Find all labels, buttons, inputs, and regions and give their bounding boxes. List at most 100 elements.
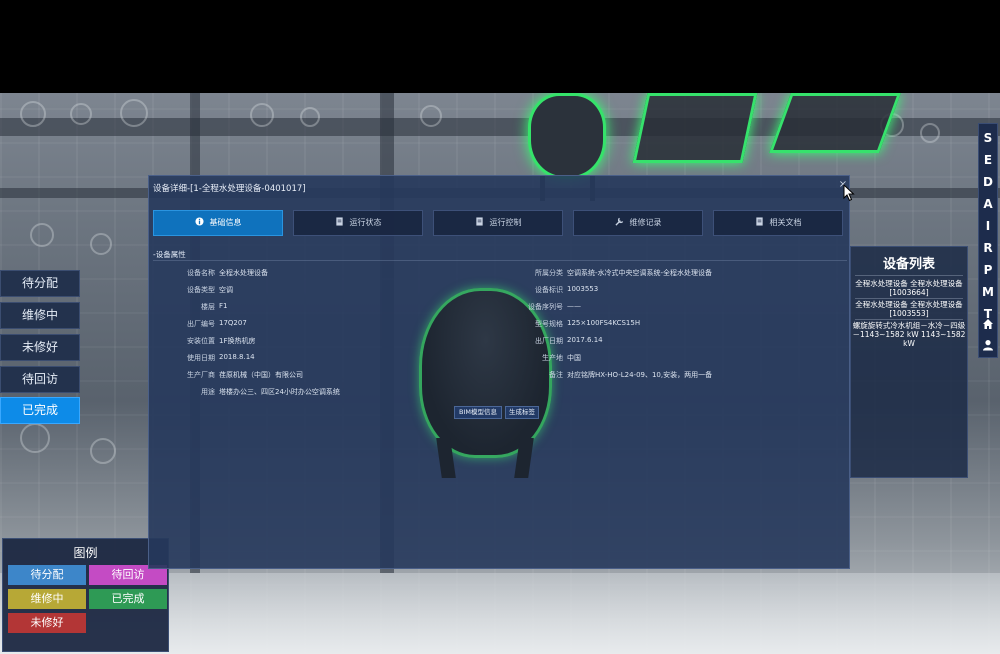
- field-label-device-type: 设备类型: [187, 286, 215, 294]
- letterbox: [0, 0, 1000, 93]
- legend-item-unrepaired: 未修好: [8, 613, 86, 633]
- field-value-device-name: 全程水处理设备: [219, 269, 268, 277]
- field-value-device-type: 空调: [219, 286, 233, 294]
- device-list-item-name: 螺旋旋转式冷水机组－水冷－四级: [852, 321, 966, 330]
- legend-item-pending-assign: 待分配: [8, 565, 86, 585]
- status-button-repairing[interactable]: 维修中: [0, 302, 80, 329]
- device-list-item-name: 全程水处理设备 全程水处理设备: [855, 279, 963, 288]
- scene-valve: [30, 223, 54, 247]
- tab-label: 运行状态: [349, 218, 382, 227]
- scene-valve: [90, 438, 116, 464]
- vertical-nav: S E D A I R P M T: [978, 123, 998, 358]
- document-icon: [755, 217, 763, 226]
- device-list-item[interactable]: 全程水处理设备 全程水处理设备 [1003664]: [851, 279, 967, 297]
- home-icon[interactable]: [982, 318, 994, 330]
- field-value-model: 125×100FS4KCS15H: [567, 319, 641, 327]
- document-icon: [475, 217, 483, 226]
- field-value-use-date: 2018.8.14: [219, 353, 255, 361]
- device-list-item-id: －1143~1582 kW 1143~1582 kW: [852, 330, 966, 348]
- device-list-item-id: [1003553]: [889, 309, 929, 318]
- field-label-floor: 楼层: [201, 303, 215, 311]
- user-icon[interactable]: [982, 339, 994, 351]
- field-label-model: 型号规格: [535, 320, 563, 328]
- vnav-item-s[interactable]: S: [979, 128, 997, 148]
- device-list-panel: 设备列表 全程水处理设备 全程水处理设备 [1003664] 全程水处理设备 全…: [850, 246, 968, 478]
- field-value-floor: F1: [219, 302, 228, 310]
- tab-basic-info[interactable]: 基础信息: [153, 210, 283, 236]
- field-label-manufacturer: 生产厂商: [187, 371, 215, 379]
- field-label-purpose: 用途: [201, 388, 215, 396]
- field-value-factory-date: 2017.6.14: [567, 336, 603, 344]
- scene-valve: [120, 99, 148, 127]
- highlighted-equipment[interactable]: [769, 93, 901, 153]
- field-label-origin: 生产地: [542, 354, 563, 362]
- bim-model-info-button[interactable]: BIM模型信息: [454, 406, 502, 419]
- field-label-device-id: 设备标识: [535, 286, 563, 294]
- field-value-location: 1F换热机房: [219, 337, 256, 345]
- vnav-item-r[interactable]: R: [979, 238, 997, 258]
- field-label-device-name: 设备名称: [187, 269, 215, 277]
- tab-label: 运行控制: [489, 218, 522, 227]
- tab-label: 维修记录: [629, 218, 662, 227]
- mouse-cursor-icon: [843, 184, 855, 202]
- device-detail-dialog: 设备详细-[1-全程水处理设备-0401017] × 基础信息 运行状态 运行控…: [148, 175, 850, 569]
- tab-run-control[interactable]: 运行控制: [433, 210, 563, 236]
- section-divider: [153, 260, 847, 261]
- device-list-item-id: [1003664]: [889, 288, 929, 297]
- device-list-item[interactable]: 全程水处理设备 全程水处理设备 [1003553]: [851, 300, 967, 318]
- field-label-serial: 出厂编号: [187, 320, 215, 328]
- tab-run-status[interactable]: 运行状态: [293, 210, 423, 236]
- field-label-remark: 备注: [549, 371, 563, 379]
- legend-title: 图例: [73, 546, 98, 560]
- field-value-category: 空调系统-水冷式中央空调系统-全程水处理设备: [567, 269, 713, 277]
- scene-valve: [250, 103, 274, 127]
- status-button-pending-assign[interactable]: 待分配: [0, 270, 80, 297]
- field-value-device-id: 1003553: [567, 285, 599, 293]
- legend-item-repairing: 维修中: [8, 589, 86, 609]
- tab-label: 基础信息: [209, 218, 242, 227]
- document-icon: [335, 217, 343, 226]
- field-value-device-sn: ——: [567, 302, 581, 310]
- vnav-item-m[interactable]: M: [979, 282, 997, 302]
- device-list-divider: [855, 298, 963, 299]
- field-value-origin: 中国: [567, 354, 581, 362]
- status-button-unrepaired[interactable]: 未修好: [0, 334, 80, 361]
- tab-related-docs[interactable]: 相关文档: [713, 210, 843, 236]
- dialog-title: 设备详细-[1-全程水处理设备-0401017]: [153, 184, 306, 194]
- device-list-item-name: 全程水处理设备 全程水处理设备: [855, 300, 963, 309]
- highlighted-tank[interactable]: [528, 93, 606, 179]
- device-list-divider: [855, 275, 963, 276]
- legend-item-completed: 已完成: [89, 589, 167, 609]
- tab-repair-records[interactable]: 维修记录: [573, 210, 703, 236]
- vnav-item-i[interactable]: I: [979, 216, 997, 236]
- device-list-divider: [855, 319, 963, 320]
- info-icon: [194, 217, 204, 226]
- field-label-category: 所属分类: [535, 269, 563, 277]
- field-label-device-sn: 设备序列号: [528, 303, 563, 311]
- scene-valve: [20, 101, 46, 127]
- vnav-item-d[interactable]: D: [979, 172, 997, 192]
- status-button-completed[interactable]: 已完成: [0, 397, 80, 424]
- vnav-item-a[interactable]: A: [979, 194, 997, 214]
- field-label-factory-date: 出厂日期: [535, 337, 563, 345]
- scene-valve: [920, 123, 940, 143]
- field-label-location: 安装位置: [187, 337, 215, 345]
- section-title: -设备属性: [153, 250, 186, 259]
- field-label-use-date: 使用日期: [187, 354, 215, 362]
- scene-valve: [20, 423, 50, 453]
- field-value-remark: 对应铭牌HX-HO-L24-09、10,安装，两用一备: [567, 371, 713, 379]
- legend-panel: 图例 待分配 待回访 维修中 已完成 未修好: [2, 538, 169, 652]
- highlighted-equipment[interactable]: [632, 93, 758, 163]
- generate-label-button[interactable]: 生成标签: [505, 406, 539, 419]
- scene-valve: [420, 105, 442, 127]
- scene-valve: [90, 233, 112, 255]
- wrench-icon: [614, 217, 623, 226]
- scene-valve: [300, 107, 320, 127]
- field-value-purpose: 塔楼办公三、四区24小时办公空调系统: [219, 388, 340, 396]
- vnav-item-e[interactable]: E: [979, 150, 997, 170]
- device-list-title: 设备列表: [882, 257, 935, 272]
- status-button-pending-revisit[interactable]: 待回访: [0, 366, 80, 393]
- vnav-item-p[interactable]: P: [979, 260, 997, 280]
- device-list-item[interactable]: 螺旋旋转式冷水机组－水冷－四级 －1143~1582 kW 1143~1582 …: [851, 321, 967, 348]
- field-value-serial: 17Q207: [219, 319, 247, 327]
